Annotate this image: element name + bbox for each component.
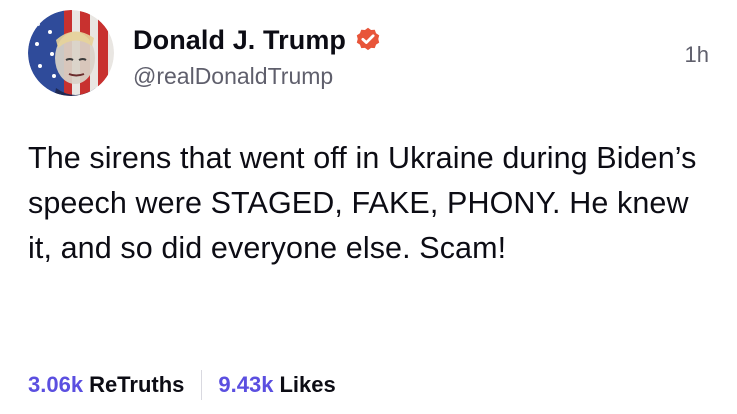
- likes-count: 9.43k: [218, 372, 274, 397]
- likes-label: Likes: [279, 372, 336, 397]
- verified-badge-icon: [356, 27, 380, 51]
- retruths-label: ReTruths: [89, 372, 185, 397]
- post-text: The sirens that went off in Ukraine duri…: [28, 141, 697, 265]
- retruths-stat[interactable]: 3.06k ReTruths: [28, 372, 184, 398]
- author-handle[interactable]: @realDonaldTrump: [133, 63, 333, 90]
- stats-divider: [201, 370, 203, 400]
- retruths-count: 3.06k: [28, 372, 84, 397]
- profile-avatar[interactable]: [28, 10, 114, 96]
- author-name-row: Donald J. Trump: [133, 22, 382, 58]
- likes-stat[interactable]: 9.43k Likes: [218, 372, 335, 398]
- post-timestamp[interactable]: 1h: [685, 42, 709, 68]
- post-stats: 3.06k ReTruths 9.43k Likes: [28, 368, 336, 402]
- post-card: Donald J. Trump @realDonaldTrump 1h The …: [0, 0, 737, 414]
- author-display-name[interactable]: Donald J. Trump: [133, 25, 346, 56]
